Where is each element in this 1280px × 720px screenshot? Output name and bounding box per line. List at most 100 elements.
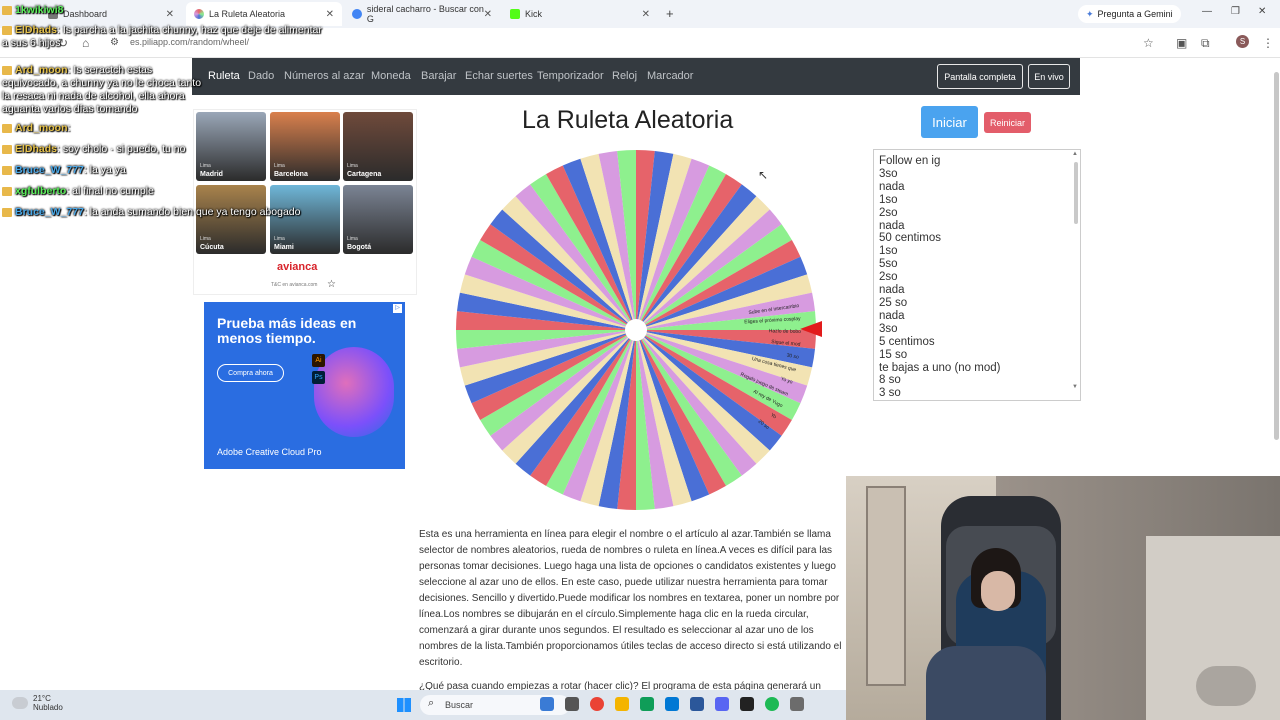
avianca-logo: avianca [277, 261, 318, 273]
option-line: 50 centimos [879, 232, 942, 245]
adobe-brand: Adobe Creative Cloud Pro [217, 447, 322, 457]
option-line: 2so [879, 271, 898, 284]
close-tab-icon[interactable]: ✕ [484, 9, 492, 20]
live-button[interactable]: En vivo [1028, 64, 1070, 89]
options-scrollbar-thumb[interactable] [1074, 162, 1078, 224]
nav-ruleta[interactable]: Ruleta [208, 70, 240, 82]
minimize-icon[interactable]: — [1202, 6, 1212, 17]
close-tab-icon[interactable]: ✕ [326, 9, 334, 20]
adobe-buy-button[interactable]: Compra ahora [217, 364, 284, 382]
chat-badge-icon [2, 25, 12, 35]
option-line: 2so [879, 206, 898, 219]
chat-badge-icon [2, 123, 12, 133]
chat-text: : la anda sumando bien que ya tengo abog… [83, 206, 301, 218]
fullscreen-button[interactable]: Pantalla completa [937, 64, 1023, 89]
tab-ruleta[interactable]: La Ruleta Aleatoria ✕ [186, 2, 342, 26]
wheel-center[interactable] [625, 319, 647, 341]
weather-widget[interactable]: 21°C Nublado [33, 694, 63, 712]
adchoices-icon[interactable]: ☆ [327, 279, 336, 290]
sparkle-icon: ✦ [1086, 8, 1094, 19]
roulette-wheel[interactable]: Sube en el intercambioEliges el próximo … [454, 148, 818, 512]
tool-description: Esta es una herramienta en línea para el… [419, 529, 842, 692]
chat-text: : la ya ya [83, 164, 126, 176]
weather-icon [12, 697, 28, 709]
nav-dado[interactable]: Dado [248, 70, 274, 82]
nav-marcador[interactable]: Marcador [647, 70, 693, 82]
chat-username[interactable]: ElDhads [15, 24, 57, 36]
nav-temporizador[interactable]: Temporizador [537, 70, 604, 82]
adobe-illustration [314, 347, 394, 437]
profile-avatar[interactable]: S [1236, 35, 1249, 48]
bookmark-star-icon[interactable]: ☆ [1143, 36, 1154, 50]
chat-username[interactable]: Ard_moon [15, 64, 68, 76]
option-line: te bajas a uno (no mod) [879, 361, 1001, 374]
city-origin: Lima [200, 236, 211, 242]
task-view-icon[interactable] [565, 697, 579, 711]
cast-icon[interactable]: ▣ [1176, 36, 1187, 50]
chat-username[interactable]: Bruce_W_777 [15, 206, 84, 218]
maximize-icon[interactable]: ❐ [1231, 6, 1240, 17]
nav-moneda[interactable]: Moneda [371, 70, 411, 82]
nav-echar-suertes[interactable]: Echar suertes [465, 70, 533, 82]
kick-icon [510, 9, 520, 19]
discord-icon[interactable] [715, 697, 729, 711]
outlook-icon[interactable] [690, 697, 704, 711]
scroll-up-icon[interactable]: ▲ [1072, 151, 1078, 157]
city-name: Madrid [200, 171, 223, 178]
city-tile[interactable]: Lima Miami [270, 185, 340, 254]
chat-username[interactable]: Bruce_W_777 [15, 164, 84, 176]
chat-username[interactable]: xgfulberto [15, 185, 66, 197]
extensions-icon[interactable]: ⧉ [1201, 36, 1210, 51]
menu-dots-icon[interactable]: ⋮ [1262, 36, 1274, 50]
city-tile[interactable]: Lima Cúcuta [196, 185, 266, 254]
chat-badge-icon [2, 165, 12, 175]
page-title: La Ruleta Aleatoria [522, 106, 734, 134]
tab-kick[interactable]: Kick ✕ [502, 2, 658, 26]
city-name: Cartagena [347, 171, 382, 178]
option-line: nada [879, 180, 905, 193]
chat-username[interactable]: Ard_moon [15, 122, 68, 134]
city-tile[interactable]: Lima Cartagena [343, 112, 413, 181]
start-button[interactable]: Iniciar [921, 106, 978, 138]
edge-icon[interactable] [540, 697, 554, 711]
spotify-icon[interactable] [765, 697, 779, 711]
adobe-ad[interactable]: Prueba más ideas en menos tiempo. Compra… [204, 302, 405, 469]
city-name: Barcelona [274, 171, 308, 178]
chat-badge-icon [2, 207, 12, 217]
option-line: nada [879, 309, 905, 322]
avianca-note: T&C en avianca.com [271, 282, 318, 288]
option-line: 1so [879, 193, 898, 206]
chat-badge-icon [2, 5, 12, 15]
explorer-icon[interactable] [615, 697, 629, 711]
options-textarea[interactable]: Follow en ig 3so nada 1so 2so nada 50 centimos… [873, 149, 1081, 401]
nav-numeros[interactable]: Números al azar [284, 70, 365, 82]
scroll-down-icon[interactable]: ▼ [1072, 384, 1078, 390]
city-name: Bogotá [347, 244, 372, 251]
reset-button[interactable]: Reiniciar [984, 112, 1031, 133]
gemini-button[interactable]: ✦ Pregunta a Gemini [1078, 5, 1181, 23]
chat-username[interactable]: ElDhads [15, 143, 57, 155]
city-origin: Lima [347, 163, 358, 169]
site-navbar: Ruleta Dado Números al azar Moneda Baraj… [192, 58, 1080, 95]
close-tab-icon[interactable]: ✕ [642, 9, 650, 20]
city-tile[interactable]: Lima Bogotá [343, 185, 413, 254]
chat-message: Bruce_W_777: la anda sumando bien que ya… [2, 206, 302, 219]
ad-info-icon[interactable]: ▷ [393, 304, 402, 313]
chrome-icon[interactable] [590, 697, 604, 711]
page-scrollbar-thumb[interactable] [1274, 72, 1279, 440]
app-icon[interactable] [640, 697, 654, 711]
store-icon[interactable] [665, 697, 679, 711]
chat-badge-icon [2, 186, 12, 196]
tab-google-search[interactable]: sideral cacharro - Buscar con G ✕ [344, 2, 500, 26]
start-icon[interactable] [397, 698, 411, 712]
close-tab-icon[interactable]: ✕ [166, 9, 174, 20]
app-icon[interactable] [790, 697, 804, 711]
webcam-feed [846, 476, 1280, 720]
nav-barajar[interactable]: Barajar [421, 70, 456, 82]
terminal-icon[interactable] [740, 697, 754, 711]
chat-username[interactable]: 1kwikiwi8 [15, 4, 63, 16]
chat-message: Ard_moon: Is seractch estas equivocado, … [2, 64, 202, 116]
new-tab-button[interactable]: + [666, 6, 674, 21]
nav-reloj[interactable]: Reloj [612, 70, 637, 82]
close-window-icon[interactable]: ✕ [1258, 6, 1266, 17]
